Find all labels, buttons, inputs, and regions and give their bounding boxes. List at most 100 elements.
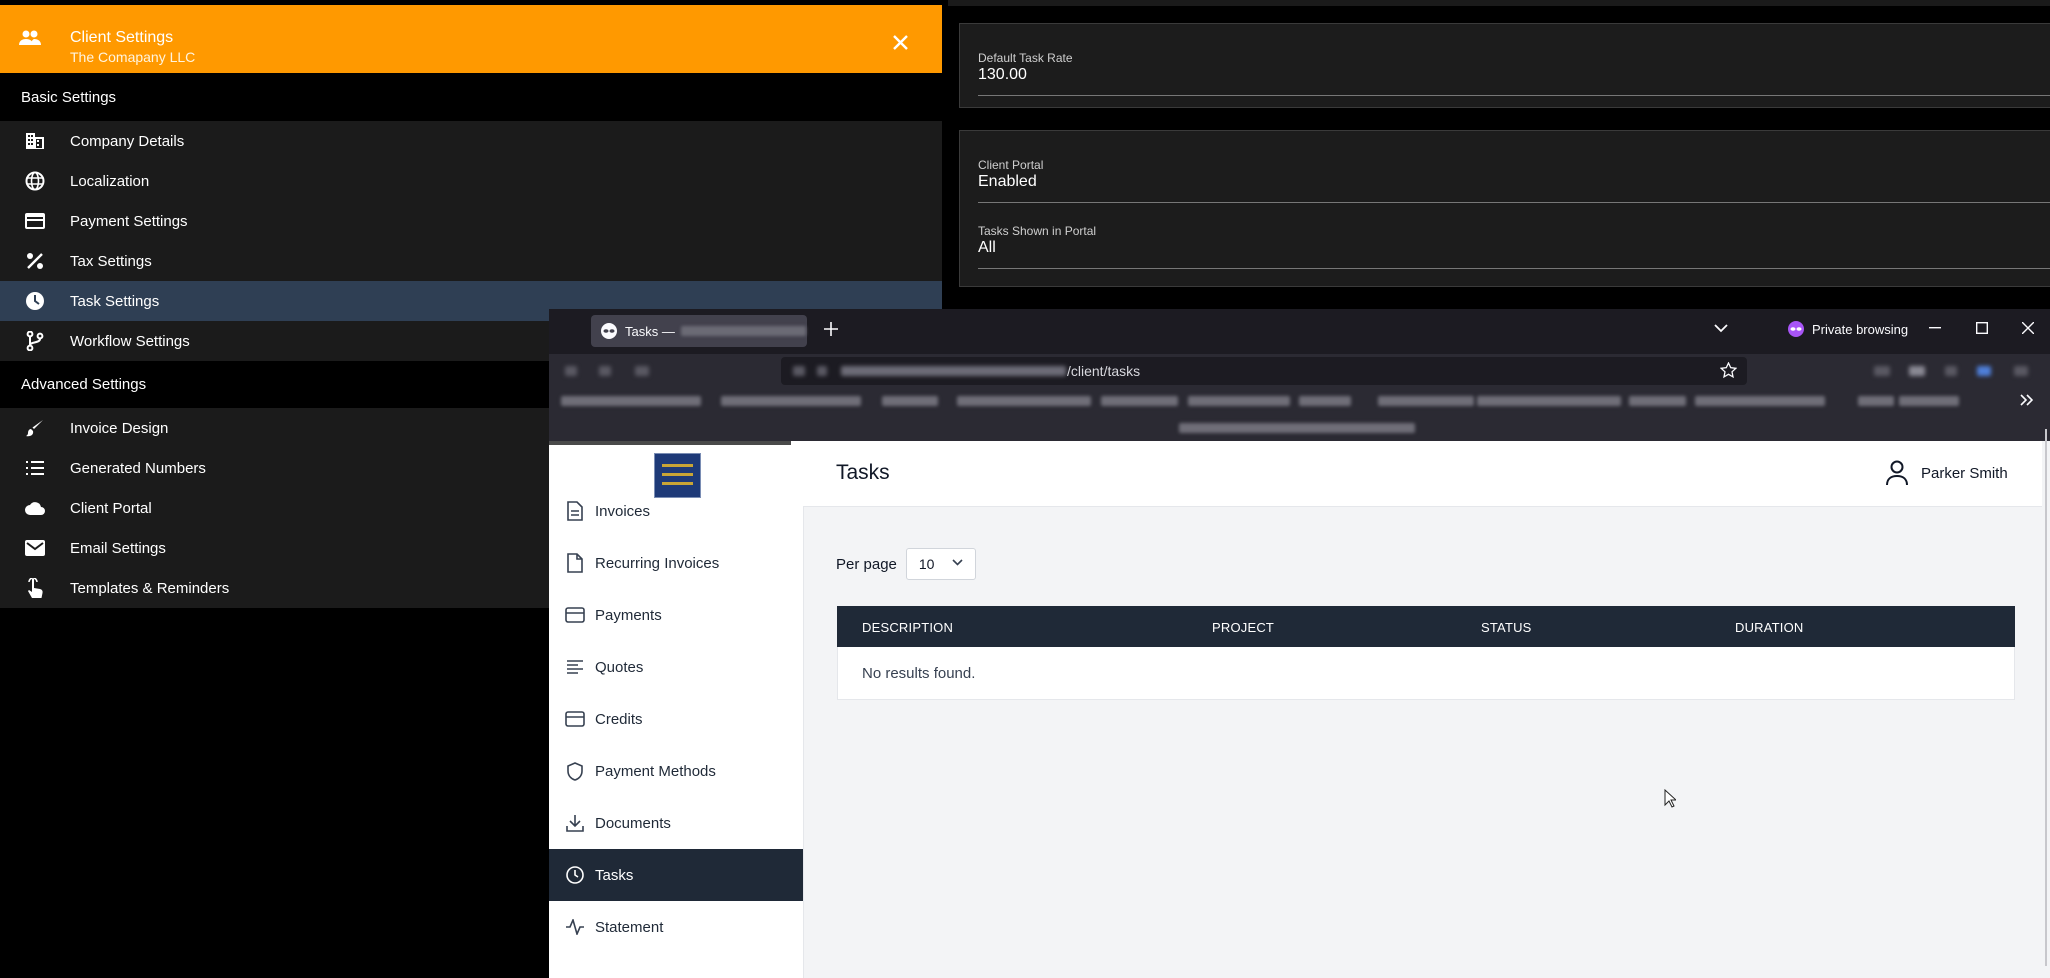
close-icon[interactable] — [893, 35, 908, 50]
settings-item-label: Invoice Design — [70, 419, 169, 437]
extension-icon[interactable] — [1945, 366, 1957, 376]
sidebar-item-label: Payment Methods — [595, 762, 716, 780]
browser-tab-tasks[interactable]: Tasks — — [591, 315, 807, 347]
double-chevron-right-icon[interactable] — [2020, 393, 2034, 407]
sidebar-item-credits[interactable]: Credits — [549, 693, 803, 745]
bookmark-item[interactable] — [1188, 396, 1290, 406]
column-header-description[interactable]: DESCRIPTION — [862, 620, 953, 635]
page-scrollbar[interactable] — [2042, 429, 2050, 978]
download-icon — [564, 814, 586, 832]
extension-icon[interactable] — [1874, 366, 1890, 376]
bookmark-item[interactable] — [1477, 396, 1621, 406]
bookmark-item[interactable] — [1629, 396, 1686, 406]
sidebar-item-payments[interactable]: Payments — [549, 589, 803, 641]
extension-icon[interactable] — [1977, 366, 1991, 376]
tracking-protection-icon[interactable] — [793, 366, 805, 376]
drawer-title: Client Settings — [70, 29, 174, 46]
business-icon — [0, 132, 70, 150]
file-icon — [564, 553, 586, 573]
sidebar-item-label: Quotes — [595, 658, 644, 676]
user-menu[interactable]: Parker Smith — [1885, 460, 2008, 486]
portal-settings-card: Client Portal Enabled Tasks Shown in Por… — [959, 130, 2050, 287]
bookmark-item[interactable] — [957, 396, 1091, 406]
bookmark-item[interactable] — [1899, 396, 1959, 406]
column-header-project[interactable]: PROJECT — [1212, 620, 1274, 635]
client-portal-field[interactable]: Client Portal Enabled — [978, 158, 2050, 203]
tasks-table: DESCRIPTION PROJECT STATUS DURATION No r… — [837, 606, 2015, 700]
sidebar-item-quotes[interactable]: Quotes — [549, 641, 803, 693]
per-page-select[interactable]: 10 — [905, 548, 976, 580]
bookmark-item[interactable] — [1858, 396, 1894, 406]
sidebar-item-label: Statement — [595, 918, 664, 936]
plus-icon[interactable] — [824, 322, 838, 336]
field-value: All — [978, 239, 996, 256]
clock-icon — [0, 291, 70, 311]
table-body: No results found. — [837, 647, 2015, 700]
sidebar-item-documents[interactable]: Documents — [549, 797, 803, 849]
chevron-down-icon[interactable] — [1714, 324, 1728, 333]
chevron-down-icon — [952, 559, 963, 566]
logo-stripe — [662, 464, 693, 467]
user-icon — [1885, 460, 1909, 486]
column-header-duration[interactable]: DURATION — [1735, 620, 1804, 635]
cloud-icon — [0, 501, 70, 515]
field-label: Tasks Shown in Portal — [978, 224, 1097, 238]
default-task-rate-field[interactable]: Default Task Rate 130.00 — [978, 51, 2050, 96]
document-icon — [564, 501, 586, 521]
menu-icon[interactable] — [2014, 366, 2028, 376]
browser-window: Tasks — Private browsing /client/tasks I… — [549, 309, 2050, 978]
settings-item-tax-settings[interactable]: Tax Settings — [0, 241, 942, 281]
shield-icon — [564, 761, 586, 781]
settings-item-company-details[interactable]: Company Details — [0, 121, 942, 161]
settings-item-label: Payment Settings — [70, 212, 188, 230]
maximize-icon[interactable] — [1976, 322, 1988, 334]
lock-icon[interactable] — [817, 366, 827, 376]
bookmark-item[interactable] — [882, 396, 938, 406]
field-label: Client Portal — [978, 158, 1044, 172]
task-rate-card: Default Task Rate 130.00 — [959, 23, 2050, 108]
sidebar-item-invoices[interactable]: Invoices — [549, 485, 803, 537]
close-window-icon[interactable] — [2022, 322, 2034, 334]
forward-icon[interactable] — [599, 366, 611, 376]
bookmark-item[interactable] — [1695, 396, 1825, 406]
tasks-shown-in-portal-field[interactable]: Tasks Shown in Portal All — [978, 224, 2050, 269]
sidebar-item-label: Invoices — [595, 502, 651, 520]
reload-icon[interactable] — [635, 366, 649, 376]
sidebar-item-label: Documents — [595, 814, 671, 832]
minimize-icon[interactable] — [1929, 327, 1941, 329]
sidebar-item-statement[interactable]: Statement — [549, 901, 803, 953]
brush-icon — [0, 419, 70, 437]
per-page-control: Per page 10 — [836, 548, 976, 580]
address-bar[interactable]: /client/tasks — [781, 357, 1747, 385]
bookmark-item[interactable] — [1378, 396, 1474, 406]
sidebar-item-recurring-invoices[interactable]: Recurring Invoices — [549, 537, 803, 589]
private-browsing-indicator: Private browsing — [1788, 321, 1908, 337]
sidebar-item-payment-methods[interactable]: Payment Methods — [549, 745, 803, 797]
star-icon[interactable] — [1720, 362, 1737, 379]
settings-item-label: Tax Settings — [70, 252, 152, 270]
column-header-status[interactable]: STATUS — [1481, 620, 1532, 635]
bookmark-item[interactable] — [1101, 396, 1178, 406]
bookmark-item[interactable] — [721, 396, 861, 406]
back-icon[interactable] — [565, 366, 577, 376]
portal-topbar: Tasks Parker Smith — [803, 441, 2050, 507]
loading-bar — [549, 441, 791, 445]
settings-item-localization[interactable]: Localization — [0, 161, 942, 201]
private-mask-icon — [601, 323, 617, 339]
bookmark-item[interactable] — [1299, 396, 1351, 406]
align-left-icon — [564, 660, 586, 674]
advanced-settings-title: Advanced Settings — [21, 376, 147, 393]
settings-item-label: Task Settings — [70, 292, 160, 310]
tab-strip: Tasks — Private browsing — [549, 309, 2050, 354]
settings-item-payment-settings[interactable]: Payment Settings — [0, 201, 942, 241]
scrollbar-thumb[interactable] — [2045, 429, 2047, 966]
sidebar-item-label: Payments — [595, 606, 662, 624]
mouse-cursor-icon — [1664, 789, 1676, 808]
extension-icon[interactable] — [1909, 366, 1925, 376]
globe-icon — [0, 171, 70, 191]
settings-item-label: Email Settings — [70, 539, 166, 557]
sidebar-item-tasks[interactable]: Tasks — [549, 849, 803, 901]
settings-item-label: Localization — [70, 172, 150, 190]
bookmark-item[interactable] — [561, 396, 701, 406]
basic-settings-title: Basic Settings — [21, 89, 117, 106]
